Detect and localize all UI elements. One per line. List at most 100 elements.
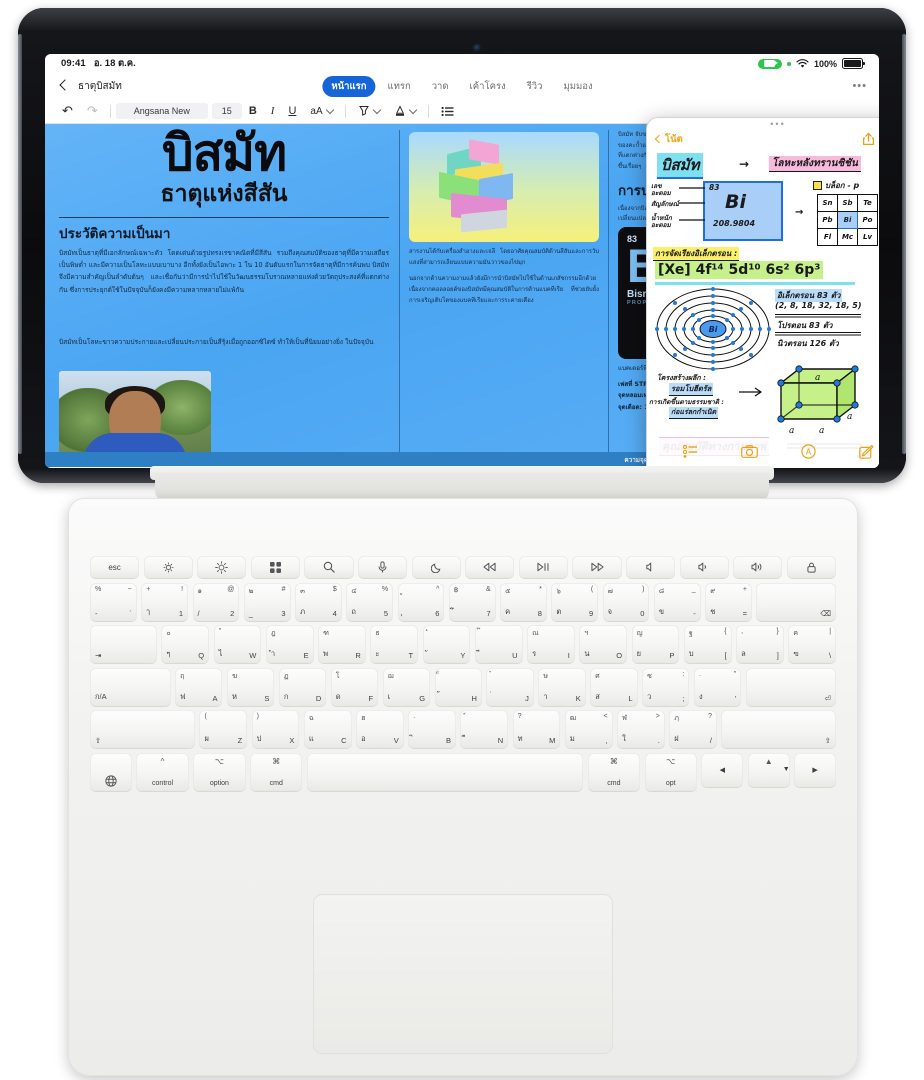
key-backslash[interactable]: ฅ | ฃ \ bbox=[788, 625, 837, 663]
key-k[interactable]: ษา K bbox=[538, 667, 586, 706]
notes-back-button[interactable]: โน้ต bbox=[654, 132, 683, 147]
key-tab[interactable]: ⇥ bbox=[90, 625, 157, 663]
key-6[interactable]: ู^ุ6 bbox=[397, 582, 445, 621]
key-u[interactable]: ๊ีU bbox=[474, 625, 523, 663]
key-brightness-down[interactable] bbox=[143, 556, 193, 578]
key-p[interactable]: ญย P bbox=[631, 625, 680, 663]
key-i[interactable]: ณร I bbox=[527, 625, 575, 663]
key-e[interactable]: ฎำ E bbox=[265, 625, 314, 663]
key-2[interactable]: ๑ @ / 2 bbox=[192, 582, 240, 621]
text-style-button[interactable]: aA bbox=[303, 102, 339, 120]
tab-view[interactable]: มุมมอง bbox=[554, 76, 601, 97]
key-control[interactable]: ^ control bbox=[136, 752, 189, 791]
key-volume-down[interactable] bbox=[679, 556, 729, 578]
key-0[interactable]: ๗) จ 0 bbox=[602, 582, 650, 621]
key-n[interactable]: ์ืN bbox=[460, 710, 509, 748]
key-play-pause[interactable] bbox=[518, 556, 568, 578]
key-o[interactable]: ฯน O bbox=[579, 625, 628, 663]
key-5[interactable]: ๔% ถ 5 bbox=[346, 582, 394, 621]
key-arrow-left[interactable]: ◀ bbox=[701, 752, 744, 787]
key-volume-up[interactable] bbox=[733, 556, 783, 578]
back-chevron-icon[interactable] bbox=[57, 80, 70, 93]
key-arrow-up-down[interactable]: ▲ ▼ bbox=[747, 752, 790, 787]
tab-draw[interactable]: วาด bbox=[423, 76, 458, 97]
font-size-field[interactable]: 15 bbox=[211, 103, 242, 119]
key-return[interactable]: ⏎ bbox=[745, 667, 836, 706]
key-dictation[interactable] bbox=[358, 556, 408, 578]
key-t[interactable]: ธะ T bbox=[370, 625, 419, 663]
key-spotlight[interactable] bbox=[304, 556, 354, 578]
tab-review[interactable]: รีวิว bbox=[518, 76, 552, 97]
key-command-left[interactable]: ⌘ cmd bbox=[250, 752, 303, 791]
camera-icon[interactable] bbox=[740, 444, 758, 458]
key-j[interactable]: ๋่J bbox=[486, 667, 534, 706]
key-option-left[interactable]: ⌥ option bbox=[193, 752, 246, 791]
key-delete[interactable]: ⌫ bbox=[756, 582, 836, 621]
share-icon[interactable] bbox=[861, 132, 876, 147]
markup-icon[interactable]: A bbox=[800, 443, 816, 459]
key-h[interactable]: ็้H bbox=[434, 667, 482, 706]
key-period[interactable]: ฬ > ใ. bbox=[617, 710, 665, 748]
key-l[interactable]: ศส L bbox=[590, 667, 638, 706]
checklist-icon[interactable] bbox=[682, 444, 698, 458]
window-grabber-handle[interactable]: ••• bbox=[647, 118, 879, 129]
key-7[interactable]: ฿&ึ7 bbox=[448, 582, 496, 621]
highlighter-icon[interactable] bbox=[351, 102, 387, 120]
key-bracket-right[interactable]: ,} ล] bbox=[736, 625, 784, 663]
key-next-track[interactable] bbox=[572, 556, 622, 578]
key-y[interactable]: ํัY bbox=[422, 625, 471, 663]
key-1[interactable]: +! ๅ 1 bbox=[141, 582, 189, 621]
redo-button[interactable]: ↷ bbox=[80, 102, 105, 120]
key-minus[interactable]: ๘ _ ข - bbox=[653, 582, 701, 621]
key-brightness-up[interactable] bbox=[197, 556, 247, 578]
notes-canvas[interactable]: บิสมัท → โลหะหลังทรานซิชัน 83 Bi 208.980… bbox=[647, 149, 879, 464]
underline-button[interactable]: U bbox=[281, 102, 303, 120]
key-g[interactable]: ฌเ G bbox=[382, 667, 431, 706]
key-semicolon[interactable]: ซ: ว; bbox=[642, 667, 690, 706]
key-slash[interactable]: ฦ? ฝ / bbox=[669, 710, 717, 748]
key-shift-left[interactable]: ⇧ bbox=[90, 710, 195, 748]
key-globe[interactable] bbox=[90, 752, 132, 791]
key-comma[interactable]: ฒ < ม, bbox=[564, 710, 613, 748]
trackpad[interactable] bbox=[313, 894, 613, 1054]
key-shift-right[interactable]: ⇧ bbox=[721, 710, 836, 748]
key-caps-lock[interactable]: ก/A bbox=[90, 667, 171, 706]
key-x[interactable]: ) ป X bbox=[251, 710, 300, 748]
key-4[interactable]: ๓ $ ภ 4 bbox=[295, 582, 342, 621]
key-3[interactable]: ๒ # _ 3 bbox=[243, 582, 291, 621]
key-r[interactable]: ฑพ R bbox=[318, 625, 366, 663]
font-name-field[interactable]: Angsana New bbox=[115, 103, 208, 119]
key-space[interactable] bbox=[306, 752, 584, 791]
key-c[interactable]: ฉแ C bbox=[303, 710, 352, 748]
key-d[interactable]: ฏก D bbox=[278, 667, 327, 706]
compose-icon[interactable] bbox=[858, 444, 874, 459]
key-esc[interactable]: esc bbox=[90, 556, 140, 578]
key-v[interactable]: ฮอ V bbox=[356, 710, 404, 748]
key-mute[interactable] bbox=[626, 556, 676, 578]
key-command-right[interactable]: ⌘ cmd bbox=[587, 752, 641, 791]
font-color-icon[interactable] bbox=[387, 102, 423, 120]
key-s[interactable]: ฆห S bbox=[226, 667, 275, 706]
key-f[interactable]: โด F bbox=[330, 667, 379, 706]
more-options-icon[interactable]: ••• bbox=[852, 80, 867, 92]
undo-button[interactable]: ↶ bbox=[55, 102, 80, 120]
key-lock[interactable] bbox=[786, 556, 837, 578]
tab-layout[interactable]: เค้าโครง bbox=[461, 76, 515, 97]
key-bracket-left[interactable]: ฐ {บ [ bbox=[683, 625, 732, 663]
key-z[interactable]: (ผ Z bbox=[199, 710, 248, 748]
bold-button[interactable]: B bbox=[242, 102, 264, 120]
key-m[interactable]: ? ท M bbox=[512, 710, 561, 748]
key-a[interactable]: ฤฟ A bbox=[175, 667, 223, 706]
tab-insert[interactable]: แทรก bbox=[378, 76, 419, 97]
key-option-right[interactable]: ⌥ opt bbox=[644, 752, 697, 791]
notes-window[interactable]: ••• โน้ต บิสมัท → โลหะหลังทรานซิชัน 83 B… bbox=[646, 117, 879, 468]
italic-button[interactable]: I bbox=[264, 102, 282, 120]
key-quote[interactable]: . " ง ' bbox=[693, 667, 742, 706]
key-w[interactable]: " ไ W bbox=[213, 625, 262, 663]
key-q[interactable]: ๐ๆ Q bbox=[161, 625, 210, 663]
key-app-library[interactable] bbox=[250, 556, 300, 578]
bullet-list-icon[interactable] bbox=[434, 102, 461, 120]
key-arrow-right[interactable]: ▶ bbox=[794, 752, 837, 787]
key-8[interactable]: ๕ * ค 8 bbox=[500, 582, 547, 621]
key-9[interactable]: ๖ (ต 9 bbox=[551, 582, 599, 621]
